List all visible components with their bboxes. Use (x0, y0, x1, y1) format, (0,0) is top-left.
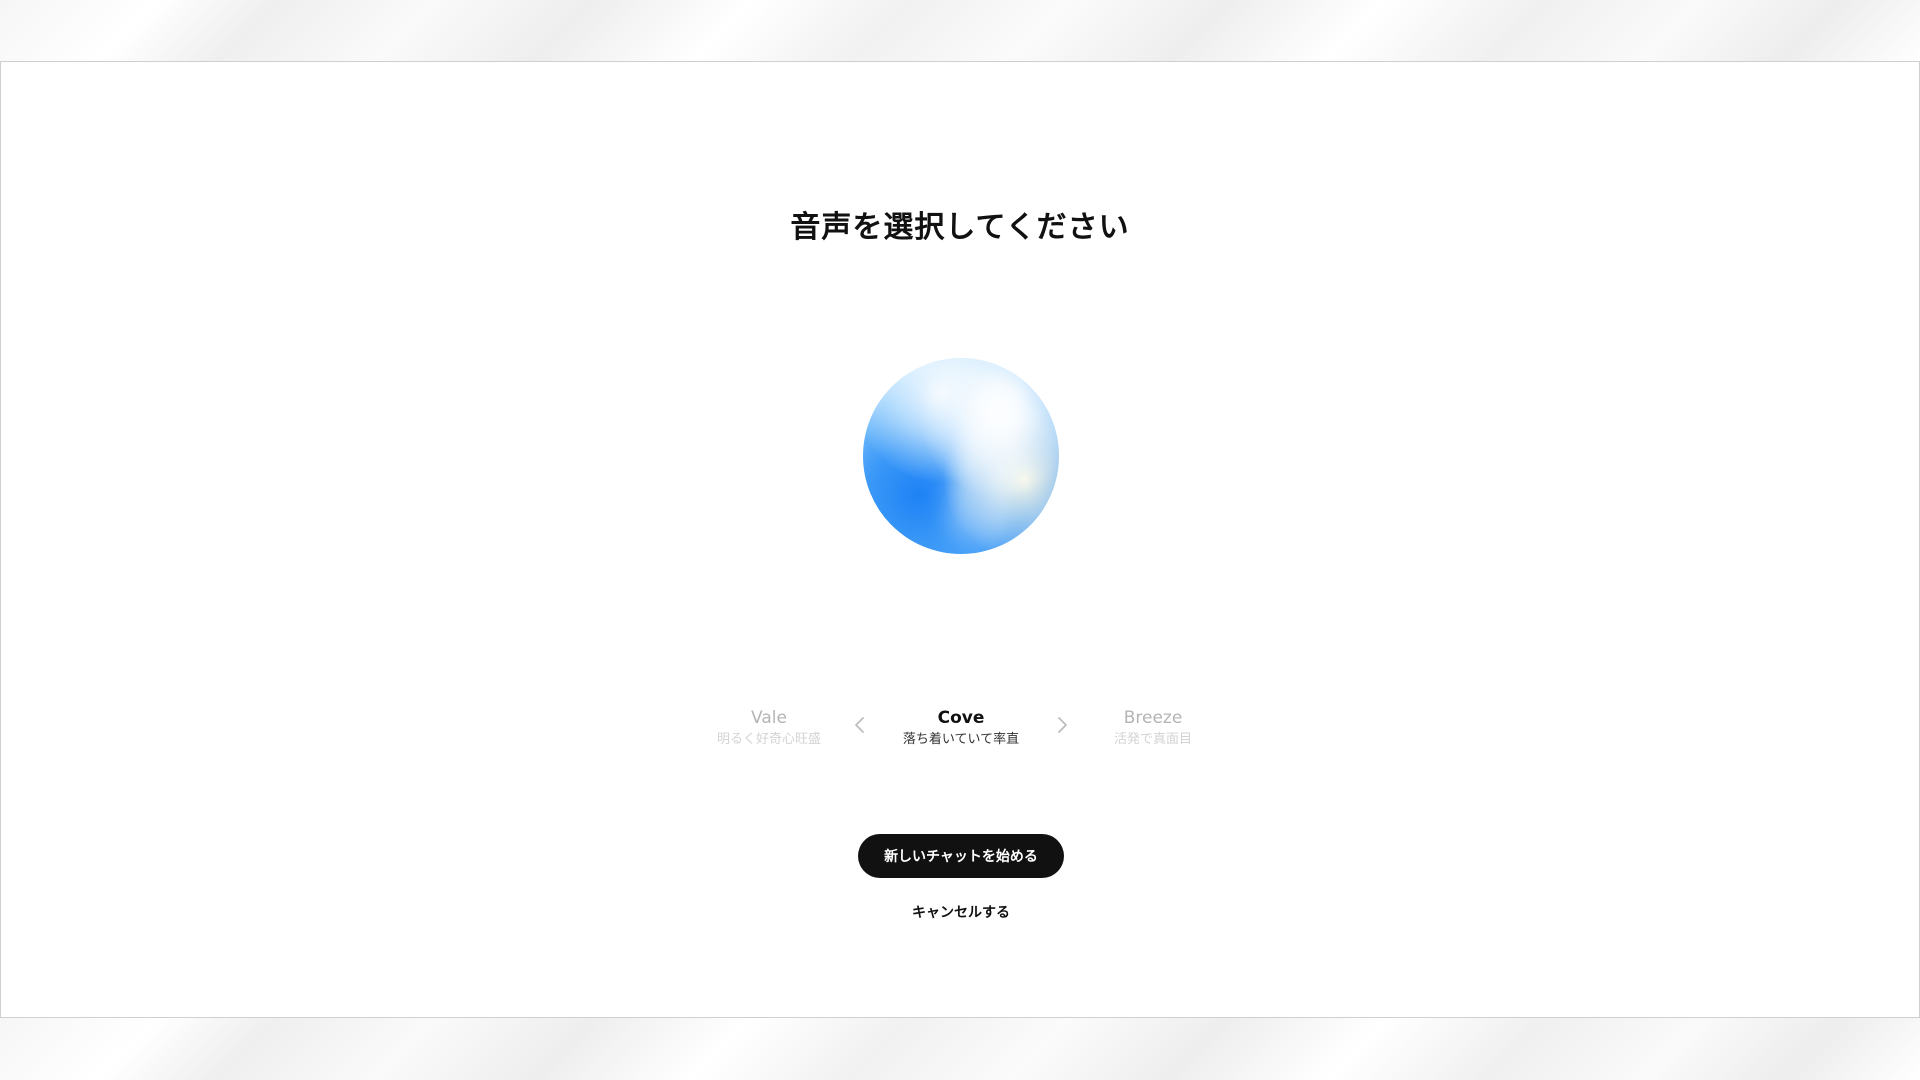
voice-option-breeze[interactable]: Breeze 活発で真面目 (1053, 707, 1253, 750)
voice-selection-dialog: 音声を選択してください Vale 明るく好奇心旺盛 Cove 落ち着いていて率直… (0, 61, 1920, 1018)
background-top (0, 0, 1920, 61)
voice-description: 落ち着いていて率直 (902, 732, 1020, 747)
voice-name: Cove (937, 708, 985, 728)
voice-description: 明るく好奇心旺盛 (716, 732, 821, 747)
voice-option-cove[interactable]: Cove 落ち着いていて率直 (861, 707, 1061, 750)
voice-description: 活発で真面目 (1113, 732, 1192, 747)
voice-name: Vale (751, 708, 787, 728)
orb-highlight (940, 373, 1036, 553)
voice-option-vale[interactable]: Vale 明るく好奇心旺盛 (669, 707, 869, 750)
page-title: 音声を選択してください (790, 210, 1130, 245)
cancel-button[interactable]: キャンセルする (861, 902, 1061, 922)
voice-orb (863, 358, 1059, 554)
voice-name: Breeze (1123, 708, 1183, 728)
start-new-chat-button[interactable]: 新しいチャットを始める (858, 834, 1064, 878)
background-bottom (0, 1017, 1920, 1080)
